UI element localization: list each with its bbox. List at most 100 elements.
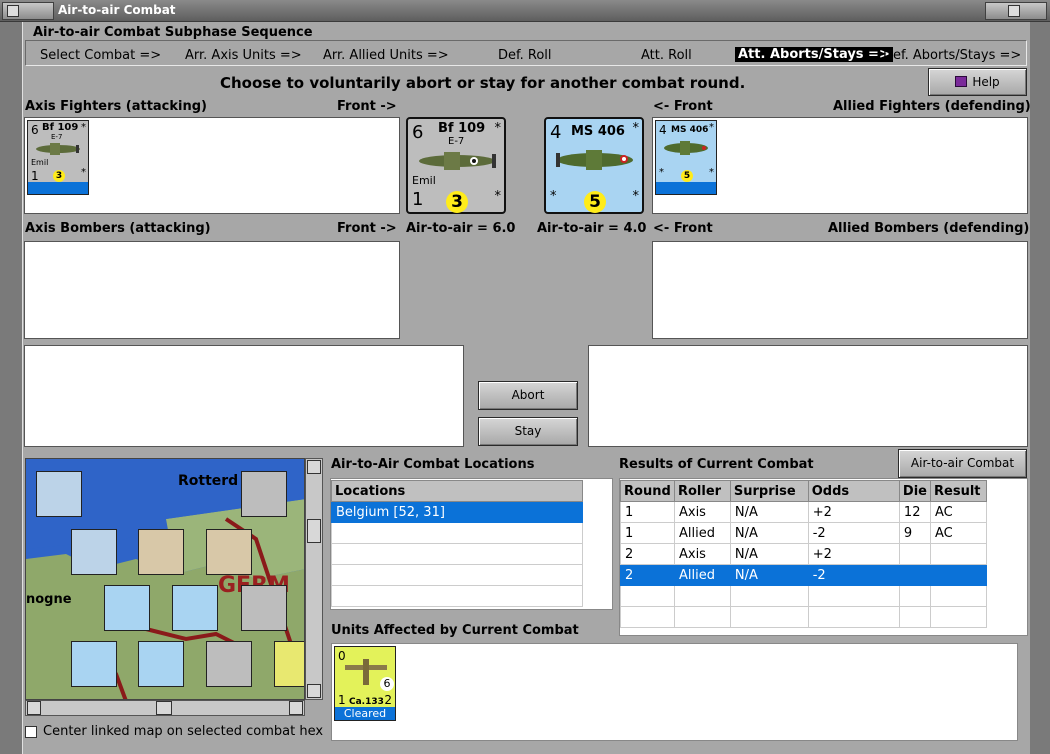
axis-fighters-box[interactable]: 6 Bf 109 E-7 * Emil 1 3 * [24, 117, 400, 214]
allied-fighter-counter-large[interactable]: 4 MS 406 * * 5 * [544, 117, 644, 214]
location-row[interactable]: Belgium [52, 31] [331, 501, 583, 523]
allied-bombers-front-label: <- Front [653, 221, 713, 236]
subphase-title: Air-to-air Combat Subphase Sequence [33, 25, 313, 40]
counter-tl: 1 [412, 189, 424, 210]
counter-status-bar [28, 182, 88, 194]
book-icon [955, 76, 968, 87]
fighter-plane-icon [36, 143, 80, 155]
axis-fighter-counter-large[interactable]: 6 Bf 109 E-7 * Emil 1 3 * [406, 117, 506, 214]
map-unit-allied-mech[interactable] [104, 585, 150, 631]
header-die: Die [898, 480, 932, 502]
map-unit-allied-corps[interactable] [138, 641, 184, 687]
location-cell: Belgium [52, 31] [331, 501, 583, 523]
axis-bombers-box[interactable] [24, 241, 400, 339]
allied-front-label: <- Front [653, 99, 713, 114]
scroll-down-icon[interactable] [307, 684, 321, 698]
cell-result: AC [930, 522, 987, 544]
scroll-up-icon[interactable] [307, 460, 321, 474]
step-def-aborts-stays: Def. Aborts/Stays => [883, 48, 1022, 63]
cell-odds: -2 [807, 522, 900, 544]
cell-surprise: N/A [729, 564, 809, 586]
map-horizontal-scrollbar[interactable] [25, 700, 305, 716]
cell-round: 1 [620, 501, 675, 523]
center-map-checkbox[interactable] [25, 726, 37, 738]
map-unit-ms406[interactable] [172, 585, 218, 631]
counter-air-value: 6 [31, 123, 39, 137]
counter-star: * [494, 121, 502, 136]
abort-button[interactable]: Abort [478, 381, 578, 410]
fighter-plane-icon [664, 141, 708, 155]
counter-star: * [550, 189, 557, 204]
map-unit-italian-air[interactable] [274, 641, 304, 687]
window-title: Air-to-air Combat [58, 3, 176, 17]
table-row[interactable]: 1 Allied N/A -2 9 AC [620, 522, 987, 544]
counter-star: * [659, 167, 664, 178]
axis-bombers-front-label: Front -> [337, 221, 397, 236]
linked-map[interactable]: Rotterd nogne GERM [25, 458, 305, 700]
counter-unit-model: E-7 [448, 136, 465, 147]
map-unit-infantry-1[interactable] [138, 529, 184, 575]
maximize-icon [1008, 5, 1020, 17]
system-menu-button[interactable] [2, 2, 54, 20]
map-unit-bf110[interactable] [241, 471, 287, 517]
stay-button[interactable]: Stay [478, 417, 578, 446]
center-map-label: Center linked map on selected combat hex [43, 724, 324, 739]
table-row-selected[interactable]: 2 Allied N/A -2 [620, 564, 987, 586]
scroll-right-icon[interactable] [289, 701, 303, 715]
allied-fighters-label: Allied Fighters (defending) [833, 99, 1031, 114]
axis-fighters-label: Axis Fighters (attacking) [25, 99, 207, 114]
counter-nickname: Emil [412, 174, 436, 187]
locations-title: Air-to-Air Combat Locations [331, 457, 535, 472]
affected-units-panel: 0 6 1 Ca.133 2 Cleared [331, 643, 1018, 741]
map-vertical-scrollbar[interactable] [305, 458, 323, 700]
table-row-empty [620, 606, 987, 628]
allied-fighter-counter-small[interactable]: 4 MS 406 * * 5 * [655, 120, 717, 195]
counter-range-badge: 5 [681, 170, 693, 182]
table-row[interactable]: 1 Axis N/A +2 12 AC [620, 501, 987, 523]
cell-result [930, 564, 987, 586]
fighter-plane-icon [419, 152, 496, 170]
air-to-air-combat-chart-button[interactable]: Air-to-air Combat Chart [898, 449, 1027, 497]
table-row[interactable]: 2 Axis N/A +2 [620, 543, 987, 565]
map-unit-german-mech[interactable] [241, 585, 287, 631]
counter-right-value: 2 [384, 693, 392, 707]
affected-unit-counter[interactable]: 0 6 1 Ca.133 2 Cleared [334, 646, 396, 721]
counter-unit-name: Bf 109 [42, 122, 79, 133]
results-header-row: Round Roller Surprise Odds Die Result [620, 480, 987, 502]
counter-range-badge: 3 [446, 191, 468, 213]
map-unit-spitfire[interactable] [71, 529, 117, 575]
counter-range-badge: 5 [584, 191, 606, 213]
cell-round: 2 [620, 543, 675, 565]
allied-bombers-label: Allied Bombers (defending) [828, 221, 1030, 236]
axis-info-panel [24, 345, 464, 447]
scroll-left-icon[interactable] [27, 701, 41, 715]
horizontal-scroll-thumb[interactable] [156, 701, 172, 715]
counter-range-badge: 3 [53, 170, 65, 182]
cell-roller: Allied [673, 564, 731, 586]
cell-die [898, 543, 932, 565]
axis-fighter-counter-small[interactable]: 6 Bf 109 E-7 * Emil 1 3 * [27, 120, 89, 195]
cell-die: 9 [898, 522, 932, 544]
cell-odds: +2 [807, 543, 900, 565]
map-unit-infantry-2[interactable] [206, 529, 252, 575]
counter-air-value: 6 [412, 122, 424, 143]
step-att-roll: Att. Roll [641, 48, 692, 63]
map-unit-allied-army[interactable] [71, 641, 117, 687]
counter-star: * [632, 189, 640, 204]
cell-roller: Allied [673, 522, 731, 544]
counter-status-label: Cleared [335, 707, 395, 720]
maximize-button[interactable] [985, 2, 1047, 20]
allied-fighters-box[interactable]: 4 MS 406 * * 5 * [652, 117, 1028, 214]
allied-bombers-box[interactable] [652, 241, 1028, 339]
map-unit-german-inf[interactable] [206, 641, 252, 687]
cell-surprise: N/A [729, 501, 809, 523]
help-label: Help [972, 75, 1000, 89]
cell-round: 1 [620, 522, 675, 544]
location-row-empty [331, 585, 583, 607]
table-row-empty [620, 585, 987, 607]
help-button[interactable]: Help [928, 68, 1027, 96]
map-unit-hurricane[interactable] [36, 471, 82, 517]
affected-title: Units Affected by Current Combat [331, 623, 579, 638]
counter-star: * [494, 189, 502, 204]
vertical-scroll-thumb[interactable] [307, 519, 321, 543]
